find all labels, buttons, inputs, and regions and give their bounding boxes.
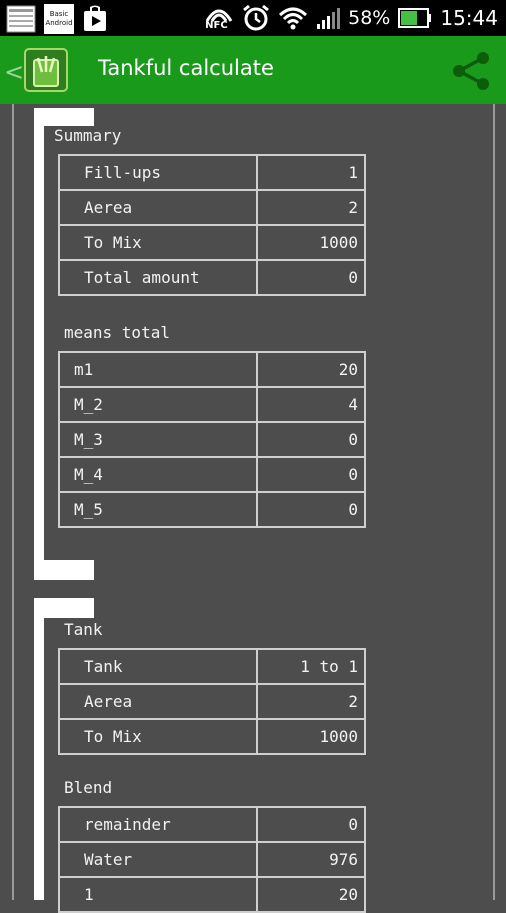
blend-title: Blend: [64, 778, 113, 797]
table-cell-value: 0: [256, 491, 366, 528]
tank-table: Tank 1 to 1 Aerea 2 To Mix 1000: [58, 648, 366, 755]
summary-title: Summary: [54, 126, 122, 145]
table-cell-value: 4: [256, 386, 366, 423]
app-thumbnail-icon: [6, 5, 36, 33]
tank-frame-left: [34, 598, 44, 900]
thumbnail-label: Basic Android: [45, 10, 73, 27]
means-table: m1 20 M_2 4 M_3 0 M_4 0 M_5 0: [58, 351, 366, 528]
table-cell-label: M_4: [58, 456, 258, 493]
table-cell-label: Tank: [58, 648, 258, 685]
table-cell-label: M_3: [58, 421, 258, 458]
table-cell-value: 2: [256, 189, 366, 226]
summary-block: Summary Fill-ups 1 Aerea 2 To Mix 1000 Tota…: [0, 104, 506, 584]
table-row: M_5 0: [58, 491, 366, 528]
table-cell-value: 1000: [256, 224, 366, 261]
table-cell-label: To Mix: [58, 224, 258, 261]
back-chevron-icon[interactable]: <: [4, 58, 24, 86]
table-row: 1 20: [58, 876, 366, 913]
table-cell-label: M_2: [58, 386, 258, 423]
table-cell-value: 1000: [256, 718, 366, 755]
table-cell-value: 1 to 1: [256, 648, 366, 685]
summary-table: Fill-ups 1 Aerea 2 To Mix 1000 Total amount…: [58, 154, 366, 296]
table-cell-label: Total amount: [58, 259, 258, 296]
clock-time: 15:44: [440, 6, 498, 30]
table-cell-value: 20: [256, 876, 366, 913]
table-cell-label: M_5: [58, 491, 258, 528]
table-row: Aerea 2: [58, 189, 366, 226]
table-row: To Mix 1000: [58, 224, 366, 261]
blend-table: remainder 0 Water 976 1 20: [58, 806, 366, 913]
action-bar: < Tankful calculate: [0, 36, 506, 104]
table-row: To Mix 1000: [58, 718, 366, 755]
share-icon[interactable]: [450, 50, 492, 92]
table-cell-value: 0: [256, 421, 366, 458]
table-cell-label: remainder: [58, 806, 258, 843]
summary-frame-bottom: [34, 560, 94, 580]
table-row: Water 976: [58, 841, 366, 878]
tank-block: Tank Tank 1 to 1 Aerea 2 To Mix 1000 Blend …: [0, 598, 506, 913]
table-row: remainder 0: [58, 806, 366, 843]
table-cell-value: 0: [256, 806, 366, 843]
table-cell-value: 0: [256, 456, 366, 493]
status-bar: Basic Android NFC 58% 15:44: [0, 0, 506, 36]
table-cell-label: m1: [58, 351, 258, 388]
table-row: M_4 0: [58, 456, 366, 493]
table-cell-label: Aerea: [58, 683, 258, 720]
summary-frame-left: [34, 108, 44, 580]
table-cell-label: Water: [58, 841, 258, 878]
content-scroll-area[interactable]: Summary Fill-ups 1 Aerea 2 To Mix 1000 Tota…: [0, 104, 506, 913]
table-row: Total amount 0: [58, 259, 366, 296]
table-row: Aerea 2: [58, 683, 366, 720]
play-store-icon: [84, 5, 106, 31]
wifi-icon: [279, 7, 308, 30]
table-cell-value: 2: [256, 683, 366, 720]
basic-android-thumbnail: Basic Android: [44, 4, 74, 34]
table-cell-value: 0: [256, 259, 366, 296]
app-logo-icon[interactable]: [24, 48, 68, 92]
tank-title: Tank: [64, 620, 103, 639]
table-cell-label: Aerea: [58, 189, 258, 226]
table-cell-value: 976: [256, 841, 366, 878]
table-row: m1 20: [58, 351, 366, 388]
alarm-icon: [243, 4, 270, 31]
table-cell-label: Fill-ups: [58, 154, 258, 191]
table-cell-label: 1: [58, 876, 258, 913]
battery-percent: 58%: [348, 7, 391, 29]
table-cell-value: 20: [256, 351, 366, 388]
battery-icon: [398, 8, 432, 28]
page-title: Tankful calculate: [98, 56, 274, 80]
table-cell-label: To Mix: [58, 718, 258, 755]
table-cell-value: 1: [256, 154, 366, 191]
table-row: Fill-ups 1: [58, 154, 366, 191]
signal-icon: [317, 8, 341, 29]
table-row: Tank 1 to 1: [58, 648, 366, 685]
table-row: M_2 4: [58, 386, 366, 423]
nfc-label: NFC: [205, 20, 228, 31]
table-row: M_3 0: [58, 421, 366, 458]
means-total-title: means total: [64, 323, 170, 342]
nfc-icon: NFC: [204, 3, 234, 33]
